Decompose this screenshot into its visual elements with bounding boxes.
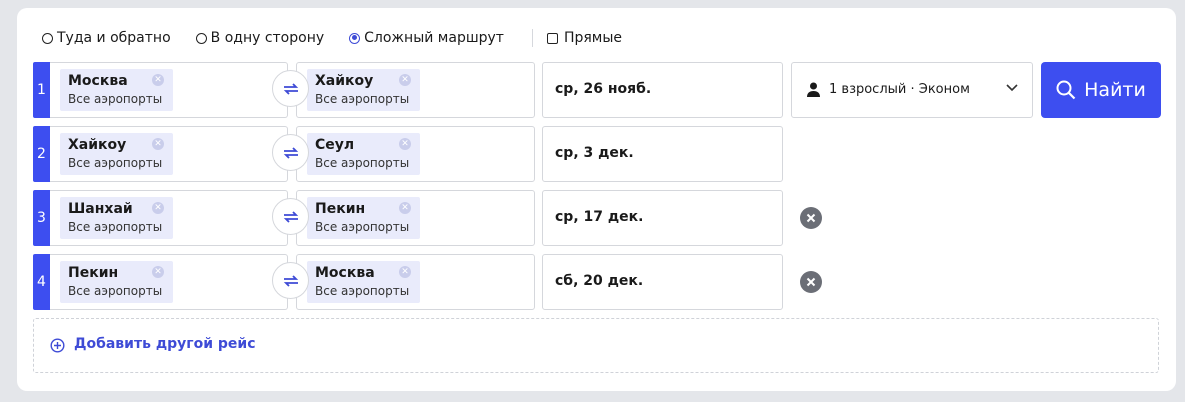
direct-checkbox[interactable]: [546, 32, 558, 44]
origin-chip: Москва Все аэропорты ✕: [60, 69, 173, 111]
destination-field[interactable]: Хайкоу Все аэропорты ✕: [296, 62, 535, 118]
swap-arrows-icon: [283, 146, 298, 159]
origin-airports: Все аэропорты: [68, 92, 163, 106]
flight-leg-3: 3 Шанхай Все аэропорты ✕ Пекин Все аэроп…: [33, 190, 1161, 246]
add-flight-label: Добавить другой рейс: [74, 336, 256, 352]
clear-origin-icon[interactable]: ✕: [152, 266, 164, 278]
swap-arrows-icon: [283, 210, 298, 223]
destination-chip: Хайкоу Все аэропорты ✕: [307, 69, 420, 111]
destination-city: Москва: [315, 265, 375, 281]
date-field[interactable]: ср, 3 дек.: [542, 126, 783, 182]
destination-chip: Сеул Все аэропорты ✕: [307, 133, 420, 175]
search-icon: [1056, 80, 1076, 100]
flight-leg-1: 1 Москва Все аэропорты ✕ Хайкоу Все аэро…: [33, 62, 1161, 118]
swap-button[interactable]: [272, 198, 309, 235]
origin-airports: Все аэропорты: [68, 220, 163, 234]
close-icon: [806, 277, 816, 287]
swap-arrows-icon: [283, 274, 298, 287]
destination-airports: Все аэропорты: [315, 156, 410, 170]
plus-circle-icon: [50, 338, 65, 353]
trip-type-label: Туда и обратно: [57, 30, 171, 46]
trip-type-label: В одну сторону: [210, 30, 325, 46]
chevron-down-icon: [1006, 84, 1018, 92]
flight-leg-4: 4 Пекин Все аэропорты ✕ Москва Все аэроп…: [33, 254, 1161, 310]
origin-chip: Шанхай Все аэропорты ✕: [60, 197, 173, 239]
destination-airports: Все аэропорты: [315, 92, 410, 106]
destination-airports: Все аэропорты: [315, 284, 410, 298]
trip-type-roundtrip[interactable]: Туда и обратно: [42, 30, 171, 46]
origin-field[interactable]: Москва Все аэропорты ✕: [50, 62, 288, 118]
swap-button[interactable]: [272, 262, 309, 299]
trip-type-label: Сложный маршрут: [364, 30, 504, 46]
date-field[interactable]: ср, 26 нояб.: [542, 62, 783, 118]
destination-city: Хайкоу: [315, 73, 374, 89]
trip-type-multicity[interactable]: Сложный маршрут: [349, 30, 504, 46]
clear-origin-icon[interactable]: ✕: [152, 202, 164, 214]
direct-label: Прямые: [563, 30, 623, 46]
origin-city: Хайкоу: [68, 137, 127, 153]
leg-number: 1: [33, 62, 50, 118]
date-field[interactable]: ср, 17 дек.: [542, 190, 783, 246]
destination-airports: Все аэропорты: [315, 220, 410, 234]
swap-button[interactable]: [272, 134, 309, 171]
divider: [531, 29, 533, 47]
swap-button[interactable]: [272, 70, 309, 107]
origin-city: Москва: [68, 73, 128, 89]
passengers-select[interactable]: 1 взрослый · Эконом: [791, 62, 1033, 118]
destination-city: Пекин: [315, 201, 366, 217]
origin-field[interactable]: Шанхай Все аэропорты ✕: [50, 190, 288, 246]
date-field[interactable]: сб, 20 дек.: [542, 254, 783, 310]
swap-arrows-icon: [283, 82, 298, 95]
origin-chip: Хайкоу Все аэропорты ✕: [60, 133, 173, 175]
date-value: ср, 26 нояб.: [555, 81, 652, 97]
flight-leg-2: 2 Хайкоу Все аэропорты ✕ Сеул Все аэропо…: [33, 126, 1161, 182]
leg-number: 2: [33, 126, 50, 182]
radio-roundtrip[interactable]: [42, 32, 53, 44]
origin-airports: Все аэропорты: [68, 156, 163, 170]
clear-destination-icon[interactable]: ✕: [399, 202, 411, 214]
origin-airports: Все аэропорты: [68, 284, 163, 298]
destination-field[interactable]: Сеул Все аэропорты ✕: [296, 126, 535, 182]
direct-flights-option[interactable]: Прямые: [546, 30, 623, 46]
remove-leg-button[interactable]: [800, 271, 822, 293]
leg-number: 3: [33, 190, 50, 246]
radio-multicity[interactable]: [349, 32, 361, 44]
trip-type-bar: Туда и обратно В одну сторону Сложный ма…: [42, 28, 647, 48]
destination-chip: Пекин Все аэропорты ✕: [307, 197, 420, 239]
passengers-label: 1 взрослый · Эконом: [829, 82, 970, 97]
clear-origin-icon[interactable]: ✕: [152, 138, 164, 150]
origin-city: Шанхай: [68, 201, 133, 217]
person-icon: [807, 82, 820, 97]
trip-type-oneway[interactable]: В одну сторону: [195, 30, 325, 46]
origin-field[interactable]: Пекин Все аэропорты ✕: [50, 254, 288, 310]
clear-destination-icon[interactable]: ✕: [399, 266, 411, 278]
origin-chip: Пекин Все аэропорты ✕: [60, 261, 173, 303]
origin-city: Пекин: [68, 265, 119, 281]
destination-city: Сеул: [315, 137, 355, 153]
add-flight-button[interactable]: Добавить другой рейс: [33, 318, 1159, 373]
date-value: сб, 20 дек.: [555, 273, 644, 289]
origin-field[interactable]: Хайкоу Все аэропорты ✕: [50, 126, 288, 182]
destination-field[interactable]: Пекин Все аэропорты ✕: [296, 190, 535, 246]
destination-chip: Москва Все аэропорты ✕: [307, 261, 420, 303]
date-value: ср, 3 дек.: [555, 145, 634, 161]
clear-destination-icon[interactable]: ✕: [399, 74, 411, 86]
destination-field[interactable]: Москва Все аэропорты ✕: [296, 254, 535, 310]
close-icon: [806, 213, 816, 223]
leg-number: 4: [33, 254, 50, 310]
remove-leg-button[interactable]: [800, 207, 822, 229]
search-button[interactable]: Найти: [1041, 62, 1161, 118]
radio-oneway[interactable]: [195, 32, 207, 44]
clear-origin-icon[interactable]: ✕: [152, 74, 164, 86]
date-value: ср, 17 дек.: [555, 209, 644, 225]
clear-destination-icon[interactable]: ✕: [399, 138, 411, 150]
search-button-label: Найти: [1084, 79, 1146, 101]
